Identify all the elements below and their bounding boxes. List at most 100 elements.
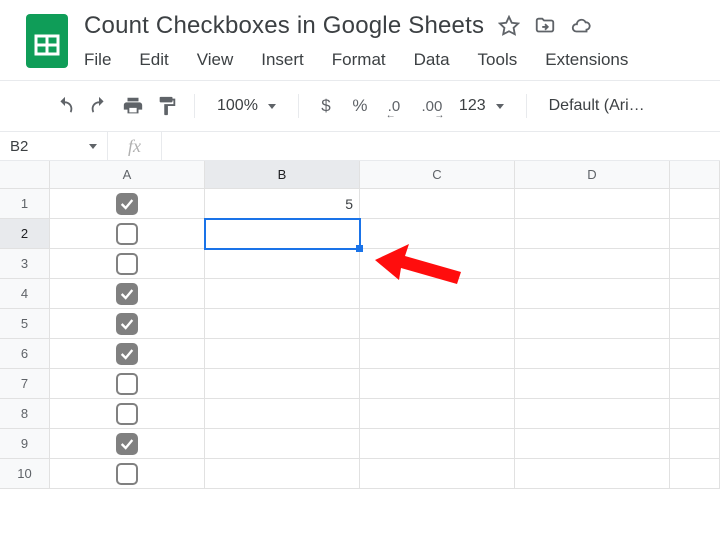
cell[interactable] xyxy=(360,279,515,309)
cell[interactable] xyxy=(670,339,720,369)
row-header[interactable]: 6 xyxy=(0,339,50,369)
paint-format-icon[interactable] xyxy=(152,91,182,121)
row-header[interactable]: 8 xyxy=(0,399,50,429)
cell[interactable] xyxy=(515,279,670,309)
cell[interactable] xyxy=(50,279,205,309)
menu-format[interactable]: Format xyxy=(320,46,398,74)
cell[interactable] xyxy=(360,369,515,399)
checkbox[interactable] xyxy=(116,283,138,305)
cell[interactable] xyxy=(50,399,205,429)
cell[interactable] xyxy=(360,429,515,459)
cell[interactable] xyxy=(515,459,670,489)
cell[interactable] xyxy=(515,429,670,459)
cell[interactable] xyxy=(205,339,360,369)
cell[interactable] xyxy=(360,249,515,279)
cell[interactable] xyxy=(515,309,670,339)
currency-button[interactable]: $ xyxy=(311,91,341,121)
column-header[interactable]: C xyxy=(360,161,515,189)
row-header[interactable]: 1 xyxy=(0,189,50,219)
column-header[interactable]: B xyxy=(205,161,360,189)
column-header[interactable]: D xyxy=(515,161,670,189)
cell[interactable] xyxy=(50,339,205,369)
cell[interactable] xyxy=(360,309,515,339)
row-header[interactable]: 2 xyxy=(0,219,50,249)
row-header[interactable]: 5 xyxy=(0,309,50,339)
checkbox[interactable] xyxy=(116,313,138,335)
cell[interactable] xyxy=(515,369,670,399)
cell[interactable] xyxy=(205,369,360,399)
row-header[interactable]: 3 xyxy=(0,249,50,279)
column-header[interactable]: A xyxy=(50,161,205,189)
cell[interactable] xyxy=(670,279,720,309)
font-select[interactable]: Default (Ari… xyxy=(539,97,655,115)
cell[interactable] xyxy=(515,219,670,249)
print-icon[interactable] xyxy=(118,91,148,121)
menu-view[interactable]: View xyxy=(185,46,246,74)
cell[interactable] xyxy=(50,249,205,279)
percent-button[interactable]: % xyxy=(345,91,375,121)
cell[interactable] xyxy=(360,189,515,219)
cell[interactable] xyxy=(515,249,670,279)
zoom-select[interactable]: 100% xyxy=(207,97,286,115)
menu-extensions[interactable]: Extensions xyxy=(533,46,640,74)
checkbox[interactable] xyxy=(116,193,138,215)
menu-data[interactable]: Data xyxy=(402,46,462,74)
checkbox[interactable] xyxy=(116,343,138,365)
cell[interactable] xyxy=(50,309,205,339)
checkbox[interactable] xyxy=(116,403,138,425)
increase-decimal-button[interactable]: .00→ xyxy=(413,91,451,121)
star-icon[interactable] xyxy=(498,15,520,37)
cell[interactable] xyxy=(50,219,205,249)
cell[interactable] xyxy=(50,369,205,399)
number-format-select[interactable]: 123 xyxy=(455,97,514,115)
name-box[interactable]: B2 xyxy=(0,132,108,160)
cell[interactable] xyxy=(670,189,720,219)
cell[interactable] xyxy=(205,279,360,309)
menu-edit[interactable]: Edit xyxy=(127,46,180,74)
cell[interactable] xyxy=(50,459,205,489)
checkbox[interactable] xyxy=(116,433,138,455)
cell[interactable] xyxy=(50,189,205,219)
cell[interactable] xyxy=(360,459,515,489)
cell[interactable] xyxy=(670,219,720,249)
spreadsheet-grid[interactable]: ABCD152345678910 xyxy=(0,161,720,489)
cell[interactable] xyxy=(670,399,720,429)
cell[interactable] xyxy=(670,249,720,279)
row-header[interactable]: 7 xyxy=(0,369,50,399)
row-header[interactable]: 4 xyxy=(0,279,50,309)
cell[interactable] xyxy=(515,189,670,219)
row-header[interactable]: 10 xyxy=(0,459,50,489)
cell[interactable] xyxy=(205,429,360,459)
decrease-decimal-button[interactable]: .0← xyxy=(379,91,409,121)
cell[interactable] xyxy=(205,219,360,249)
cell[interactable] xyxy=(205,309,360,339)
checkbox[interactable] xyxy=(116,253,138,275)
cell[interactable] xyxy=(50,429,205,459)
cell[interactable] xyxy=(670,369,720,399)
cell[interactable] xyxy=(670,459,720,489)
selection-handle[interactable] xyxy=(356,245,363,252)
column-header[interactable] xyxy=(670,161,720,189)
cell[interactable] xyxy=(205,459,360,489)
redo-icon[interactable] xyxy=(84,91,114,121)
menu-file[interactable]: File xyxy=(84,46,123,74)
cell[interactable]: 5 xyxy=(205,189,360,219)
cell[interactable] xyxy=(515,399,670,429)
cell[interactable] xyxy=(670,309,720,339)
undo-icon[interactable] xyxy=(50,91,80,121)
checkbox[interactable] xyxy=(116,223,138,245)
cell[interactable] xyxy=(205,249,360,279)
move-icon[interactable] xyxy=(534,15,556,37)
menu-insert[interactable]: Insert xyxy=(249,46,316,74)
cell[interactable] xyxy=(670,429,720,459)
select-all-corner[interactable] xyxy=(0,161,50,189)
cell[interactable] xyxy=(360,339,515,369)
doc-title[interactable]: Count Checkboxes in Google Sheets xyxy=(84,12,484,40)
menu-tools[interactable]: Tools xyxy=(466,46,530,74)
row-header[interactable]: 9 xyxy=(0,429,50,459)
formula-input[interactable] xyxy=(162,132,720,160)
cell[interactable] xyxy=(205,399,360,429)
cell[interactable] xyxy=(515,339,670,369)
cell[interactable] xyxy=(360,399,515,429)
sheets-logo-icon[interactable] xyxy=(26,14,68,68)
